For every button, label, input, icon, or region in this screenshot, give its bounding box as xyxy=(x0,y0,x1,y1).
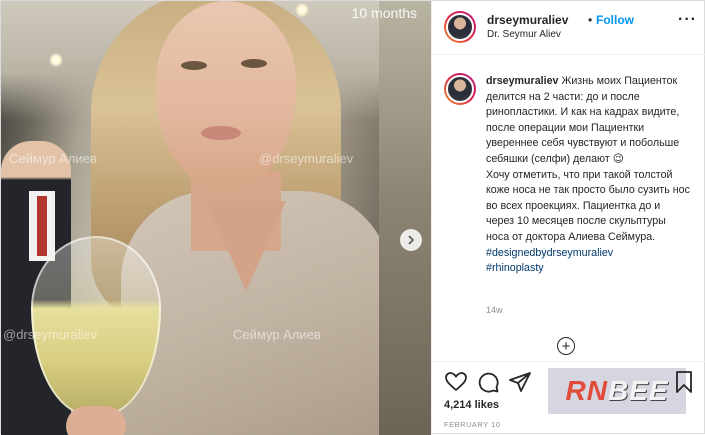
photo-tie xyxy=(37,196,47,256)
photo-lips xyxy=(201,126,241,140)
load-more-comments-button[interactable]: + xyxy=(557,337,575,355)
caption-username[interactable]: drseymuraliev xyxy=(486,75,558,87)
watermark: Сеймур Алиев xyxy=(9,151,97,166)
comment-icon[interactable] xyxy=(476,370,500,394)
post-sidebar: drseymuraliev • Follow Dr. Seymur Aliev … xyxy=(431,1,705,435)
next-photo-button[interactable] xyxy=(400,229,422,251)
caption-text-1: Жизнь моих Пациенток делится на 2 части:… xyxy=(486,75,680,165)
caption-paragraph-1: drseymuraliev Жизнь моих Пациенток делит… xyxy=(486,74,691,168)
instagram-post: Сеймур Алиев @drseymuraliev @drseymurali… xyxy=(0,0,705,435)
heart-icon[interactable] xyxy=(444,370,468,394)
hashtag-link[interactable]: #rhinoplasty xyxy=(486,262,544,274)
photo-caption-label: 10 months xyxy=(351,5,417,21)
caption-avatar[interactable] xyxy=(444,73,476,105)
watermark: @drseymuraliev xyxy=(259,151,354,166)
share-icon[interactable] xyxy=(508,370,532,394)
photo-eye xyxy=(241,59,267,68)
photo-neckline xyxy=(206,201,286,291)
hashtag-link[interactable]: #designedbydrseymuraliev xyxy=(486,247,613,259)
post-photo[interactable]: Сеймур Алиев @drseymuraliev @drseymurali… xyxy=(1,1,431,435)
likes-count[interactable]: 4,214 likes xyxy=(444,399,499,411)
action-bar: RN BEE 4,214 likes FEBRUARY 10 xyxy=(432,361,705,435)
photo-lamp xyxy=(49,53,63,67)
header-separator: • xyxy=(588,13,593,27)
post-caption: drseymuraliev Жизнь моих Пациенток делит… xyxy=(486,74,691,277)
watermark: @drseymuraliev xyxy=(3,327,98,342)
follow-button[interactable]: Follow xyxy=(596,13,634,27)
header-username[interactable]: drseymuraliev xyxy=(487,13,568,27)
post-header: drseymuraliev • Follow Dr. Seymur Aliev … xyxy=(432,1,705,55)
rnbee-logo: RN BEE xyxy=(548,368,686,414)
caption-time: 14w xyxy=(486,305,503,315)
watermark: Сеймур Алиев xyxy=(233,327,321,342)
photo-hand xyxy=(66,406,126,435)
photo-lamp xyxy=(295,3,309,17)
avatar[interactable] xyxy=(444,11,476,43)
photo-eye xyxy=(181,61,207,70)
header-subtitle[interactable]: Dr. Seymur Aliev xyxy=(487,29,561,40)
photo-right-edge xyxy=(379,1,431,435)
caption-text-2: Хочу отметить, что при такой толстой кож… xyxy=(486,168,690,243)
more-options-button[interactable]: ··· xyxy=(678,11,697,29)
chevron-right-icon xyxy=(408,235,415,245)
post-date[interactable]: FEBRUARY 10 xyxy=(444,420,501,429)
bookmark-icon[interactable] xyxy=(672,370,696,394)
